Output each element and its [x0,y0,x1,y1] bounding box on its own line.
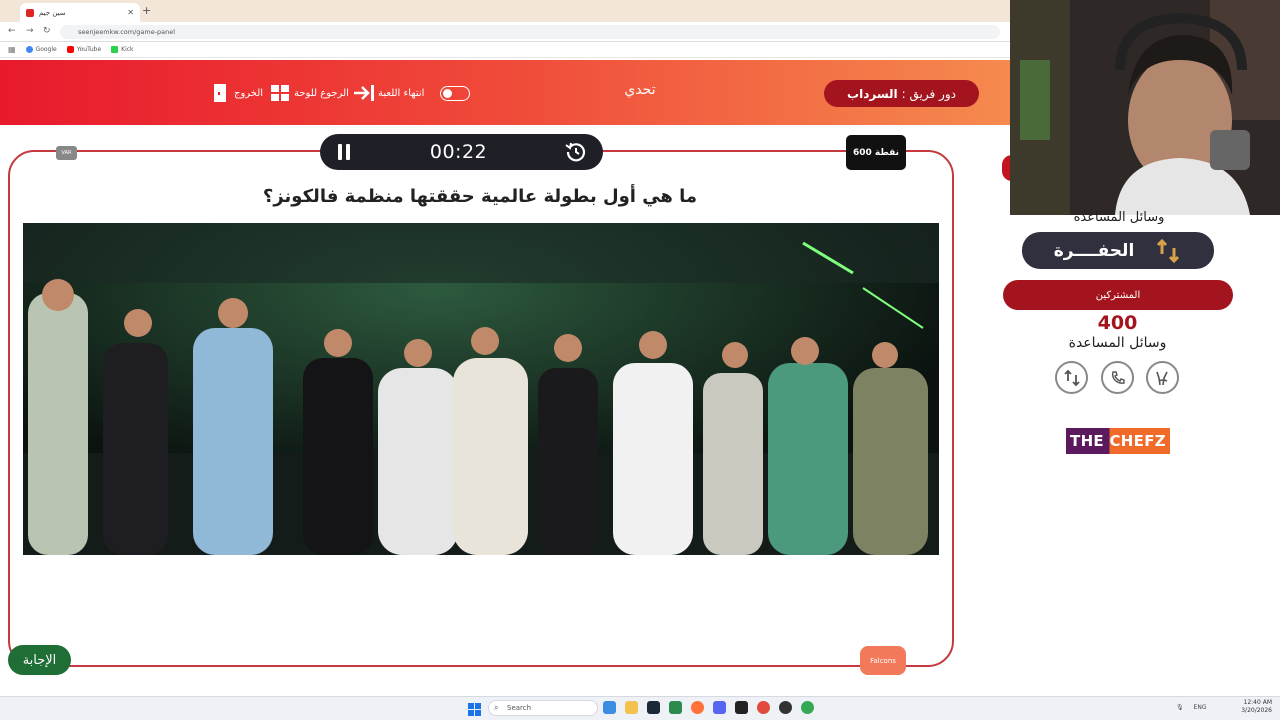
bookmark-google[interactable]: Google [25,46,57,53]
tab-title: سين جيم [39,8,66,17]
timer-bar: 00:22 [320,134,603,170]
two-answers-helper-icon[interactable] [1146,361,1179,394]
steam-app-icon[interactable] [647,701,660,714]
bookmarks-bar: ▦ Google YouTube Kick [0,42,1010,58]
browser-tab-bar [0,0,1010,22]
search-icon: ⌕ [494,703,499,712]
language-indicator[interactable]: ENG [1194,704,1207,711]
board-grid-icon [271,85,289,101]
mic-icon[interactable]: 🎙 [1176,704,1184,711]
team-score: 400 [1097,312,1138,334]
chrome-alt-app-icon[interactable] [801,701,814,714]
mode-label: تحدي [624,82,656,98]
browser-tab[interactable]: سين جيم ✕ [20,3,140,22]
points-badge: 600 نقطة [846,135,906,170]
address-bar-row: ← → ↻ seenjeemkw.com/game-panel [0,22,1010,42]
exit-button[interactable]: الخروج [212,82,263,104]
reload-icon[interactable]: ↻ [43,26,51,36]
windows-start-icon[interactable] [468,701,481,720]
close-tab-icon[interactable]: ✕ [127,8,134,17]
bookmark-kick[interactable]: Kick [111,46,134,53]
swap-helper-icon[interactable] [1055,361,1088,394]
file-explorer-icon[interactable] [625,701,638,714]
obs-app-icon[interactable] [779,701,792,714]
answer-button[interactable]: الإجابة [8,645,71,675]
hofra-helper-button[interactable]: الحفــــرة [1022,232,1214,269]
end-game-label[interactable]: انتهاء اللعبة [378,82,424,104]
phone-helper-icon[interactable] [1101,361,1134,394]
taskbar [0,696,1280,720]
copilot-app-icon[interactable] [603,701,616,714]
webcam-overlay [1010,0,1280,215]
chrome-app-icon[interactable] [757,701,770,714]
clock-date: 3/20/2026 [1241,707,1272,714]
back-to-board-label: الرجوع للوحة [294,87,349,99]
pause-icon[interactable] [336,143,352,161]
url-input[interactable]: seenjeemkw.com/game-panel [60,25,1000,39]
bookmark-youtube[interactable]: YouTube [66,46,101,53]
helpers-title: وسائل المساعدة [1068,335,1167,351]
xbox-app-icon[interactable] [669,701,682,714]
swap-arrows-icon [1157,238,1180,263]
arrow-exit-icon[interactable] [352,82,376,104]
hofra-label: الحفــــرة [1053,240,1135,261]
back-to-board-button[interactable]: الرجوع للوحة [270,82,349,104]
helpers-title-top: وسائل المساعدة [1073,210,1165,224]
toggle-switch-icon[interactable] [440,85,470,101]
forward-icon[interactable]: → [26,26,34,36]
category-tag: Falcons [860,646,906,675]
reset-timer-icon[interactable] [565,141,587,163]
exit-label: الخروج [234,87,264,99]
new-tab-icon[interactable]: + [142,4,151,17]
site-favicon-icon [26,8,34,17]
apps-icon[interactable]: ▦ [8,45,16,54]
door-exit-icon [214,84,226,102]
system-clock[interactable]: 12:40 AM 3/20/2026 [1240,699,1272,715]
discord-app-icon[interactable] [713,701,726,714]
var-badge[interactable]: VAR [56,146,77,160]
firefox-app-icon[interactable] [691,701,704,714]
clock-time: 12:40 AM [1243,699,1272,706]
taskbar-search[interactable]: ⌕ Search [488,700,598,716]
end-game-toggle[interactable] [440,82,470,104]
team-turn-badge: دور فريق : السرداب [824,80,979,107]
sponsor-logo: THE CHEFZ [1066,428,1170,454]
back-icon[interactable]: ← [8,26,16,36]
search-placeholder: Search [507,704,532,712]
team-name: السرداب [847,86,898,101]
terminal-app-icon[interactable] [735,701,748,714]
timer-display: 00:22 [429,141,488,163]
question-image [23,223,939,555]
system-tray[interactable]: 🎙 ENG [1176,704,1206,711]
participants-button[interactable]: المشتركين [1003,280,1233,310]
question-text: ما هي أول بطولة عالمية حققتها منظمة فالك… [262,186,698,207]
turn-label: دور فريق : [901,86,956,101]
